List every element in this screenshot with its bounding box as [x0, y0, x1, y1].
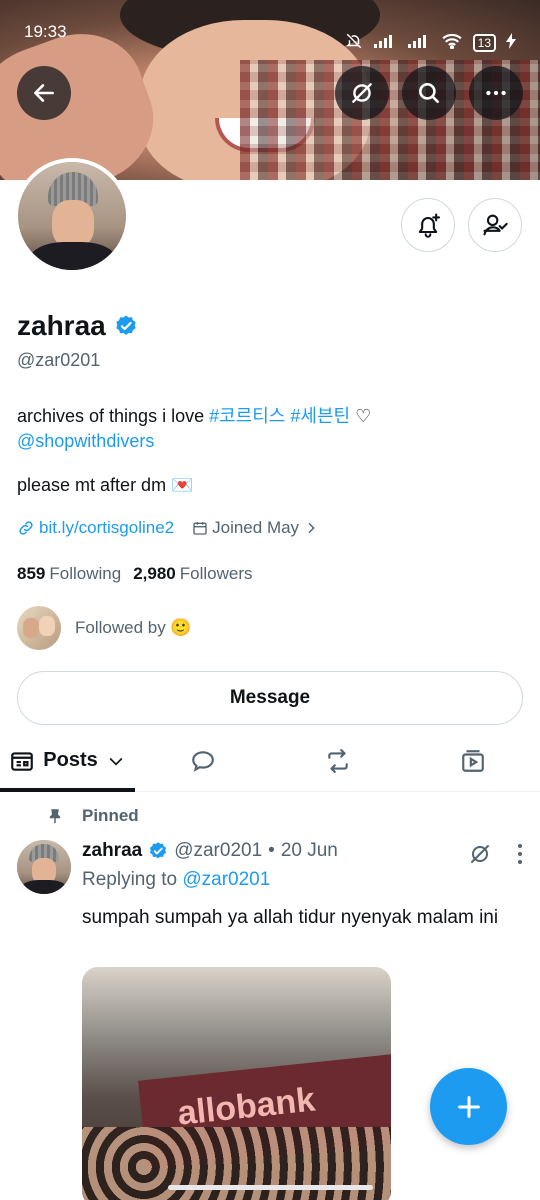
tweet-header: zahraa @zar0201 • 20 Jun	[82, 840, 338, 862]
followed-by[interactable]: Followed by 🙂	[17, 606, 192, 650]
joined-date[interactable]: Joined May	[192, 518, 319, 538]
avatar-image	[18, 162, 126, 270]
signal-2-icon	[407, 33, 431, 54]
tweet-author-handle[interactable]: @zar0201	[174, 840, 262, 862]
charging-icon	[506, 32, 516, 54]
profile-name: zahraa	[17, 310, 138, 342]
display-name: zahraa	[17, 310, 106, 341]
search-icon	[419, 83, 439, 103]
tweet-avatar[interactable]	[17, 840, 71, 894]
back-button[interactable]	[17, 66, 71, 120]
hashtag-link[interactable]: #세븐틴	[290, 406, 350, 426]
arrow-left-icon	[34, 84, 54, 102]
pinned-indicator: Pinned	[46, 806, 139, 826]
follower-avatar	[17, 606, 61, 650]
notifications-button[interactable]	[401, 198, 455, 252]
tweet-separator: •	[268, 840, 275, 861]
status-icons: 13	[345, 22, 516, 64]
followers-count[interactable]: 2,980 Followers	[133, 564, 252, 584]
plus-icon	[457, 1095, 480, 1118]
tab-posts[interactable]: Posts	[0, 730, 135, 792]
tab-replies[interactable]	[135, 730, 270, 791]
profile-avatar[interactable]	[14, 158, 130, 274]
follow-counts: 859 Following 2,980 Followers	[17, 564, 252, 584]
more-button[interactable]	[469, 66, 523, 120]
chevron-down-icon	[109, 757, 123, 766]
pin-icon	[49, 809, 61, 824]
tab-media[interactable]	[405, 730, 540, 791]
chevron-right-icon	[308, 522, 315, 534]
wifi-icon	[441, 33, 463, 54]
bio-text: archives of things i love	[17, 406, 210, 426]
following-button[interactable]	[468, 198, 522, 252]
person-check-icon	[483, 214, 508, 236]
tweet-date[interactable]: 20 Jun	[281, 840, 338, 862]
home-indicator[interactable]	[168, 1185, 373, 1190]
website-link[interactable]: bit.ly/cortisgoline2	[17, 518, 174, 538]
status-time: 19:33	[24, 22, 67, 41]
verified-badge-icon[interactable]	[114, 314, 138, 338]
tab-reposts[interactable]	[270, 730, 405, 791]
more-horizontal-icon	[486, 90, 506, 96]
grok-icon[interactable]	[468, 842, 492, 866]
tweet-header-actions	[468, 842, 524, 866]
profile-handle: @zar0201	[17, 350, 101, 370]
grok-button[interactable]	[335, 66, 389, 120]
grok-icon	[352, 83, 372, 103]
status-bar: 19:33 13	[0, 0, 540, 64]
battery-icon: 13	[472, 34, 496, 52]
compose-button[interactable]	[430, 1068, 507, 1145]
verified-badge-icon	[150, 842, 167, 859]
tweet-author-name[interactable]: zahraa	[82, 840, 142, 862]
bio-line-2: please mt after dm 💌	[17, 475, 194, 495]
profile-tabs: Posts	[0, 730, 540, 792]
hashtag-link[interactable]: #코르티스	[209, 406, 285, 426]
link-icon	[19, 521, 33, 535]
followed-by-text: Followed by 🙂	[75, 618, 192, 637]
media-icon	[461, 749, 484, 772]
more-vertical-icon[interactable]	[516, 843, 524, 865]
profile-meta: bit.ly/cortisgoline2 Joined May	[17, 518, 319, 538]
reply-mention-link[interactable]: @zar0201	[182, 869, 270, 890]
replying-to: Replying to @zar0201	[82, 869, 271, 890]
following-count[interactable]: 859 Following	[17, 564, 121, 584]
mute-icon	[345, 32, 363, 55]
tweet-text: sumpah sumpah ya allah tidur nyenyak mal…	[82, 907, 499, 928]
bio-heart: ♡	[355, 406, 372, 426]
tweet-media[interactable]: allobank	[82, 967, 391, 1200]
repost-icon	[327, 748, 348, 773]
signal-icon	[373, 33, 397, 54]
mention-link[interactable]: @shopwithdivers	[17, 431, 154, 451]
profile-bio: archives of things i love #코르티스 #세븐틴 ♡ @…	[17, 404, 517, 454]
message-button[interactable]: Message	[17, 671, 523, 725]
reply-icon	[191, 750, 214, 772]
posts-icon	[11, 751, 34, 771]
calendar-icon	[193, 522, 207, 535]
search-button[interactable]	[402, 66, 456, 120]
bell-plus-icon	[418, 213, 441, 238]
